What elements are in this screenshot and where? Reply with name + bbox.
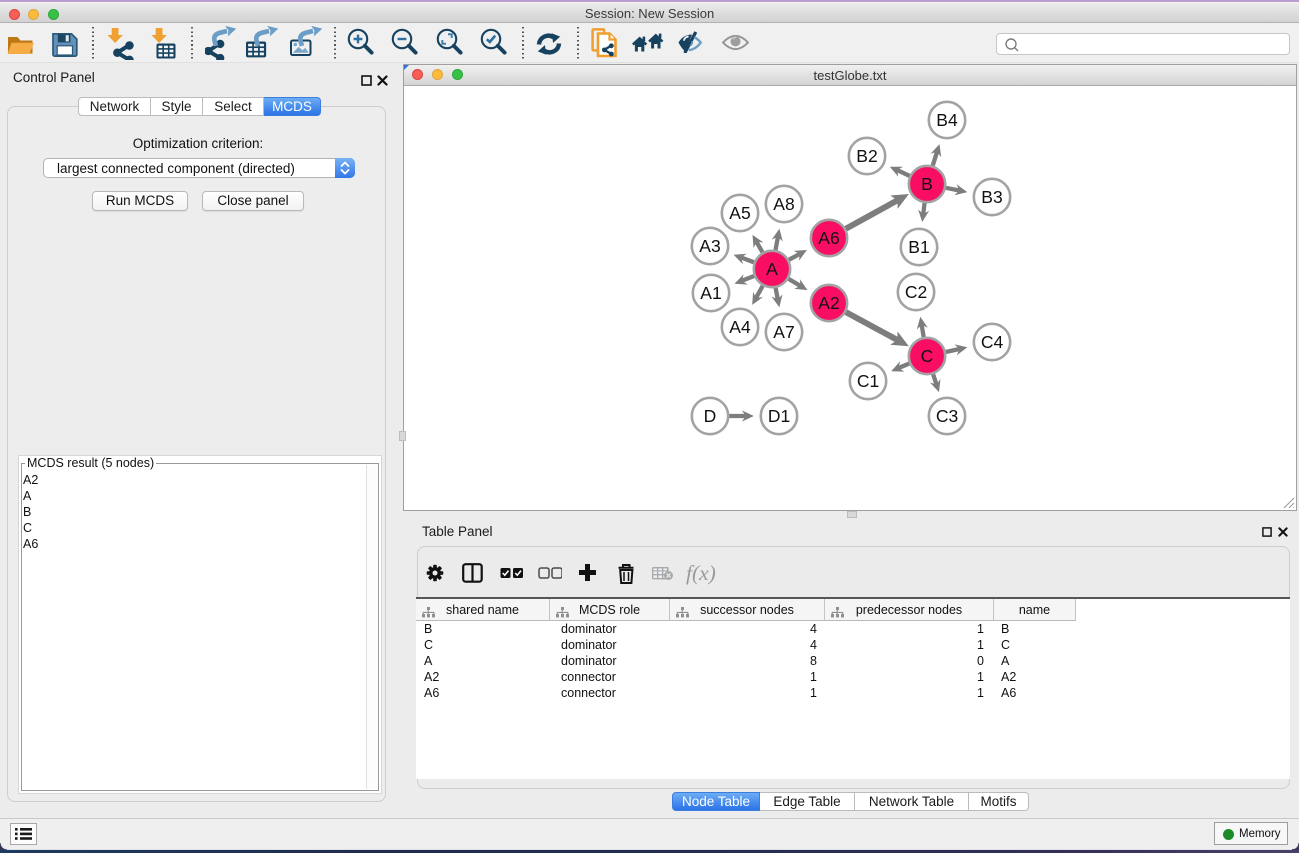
svg-text:B3: B3 [981,187,1002,207]
svg-text:A3: A3 [699,236,720,256]
svg-text:A4: A4 [729,317,751,337]
svg-text:A8: A8 [773,194,794,214]
svg-text:A7: A7 [773,322,794,342]
svg-text:C2: C2 [905,282,927,302]
svg-text:A: A [766,259,778,279]
svg-text:B1: B1 [908,237,929,257]
svg-text:A5: A5 [729,203,750,223]
svg-text:C1: C1 [857,371,879,391]
svg-text:C3: C3 [936,406,958,426]
svg-text:D1: D1 [768,406,790,426]
svg-text:f(x): f(x) [686,561,716,585]
svg-text:C4: C4 [981,332,1004,352]
svg-text:B: B [921,174,933,194]
svg-text:B2: B2 [856,146,877,166]
svg-text:B4: B4 [936,110,958,130]
svg-text:C: C [921,346,934,366]
svg-text:A2: A2 [818,293,839,313]
svg-text:A1: A1 [700,283,721,303]
svg-text:D: D [704,406,717,426]
svg-text:A6: A6 [818,228,839,248]
